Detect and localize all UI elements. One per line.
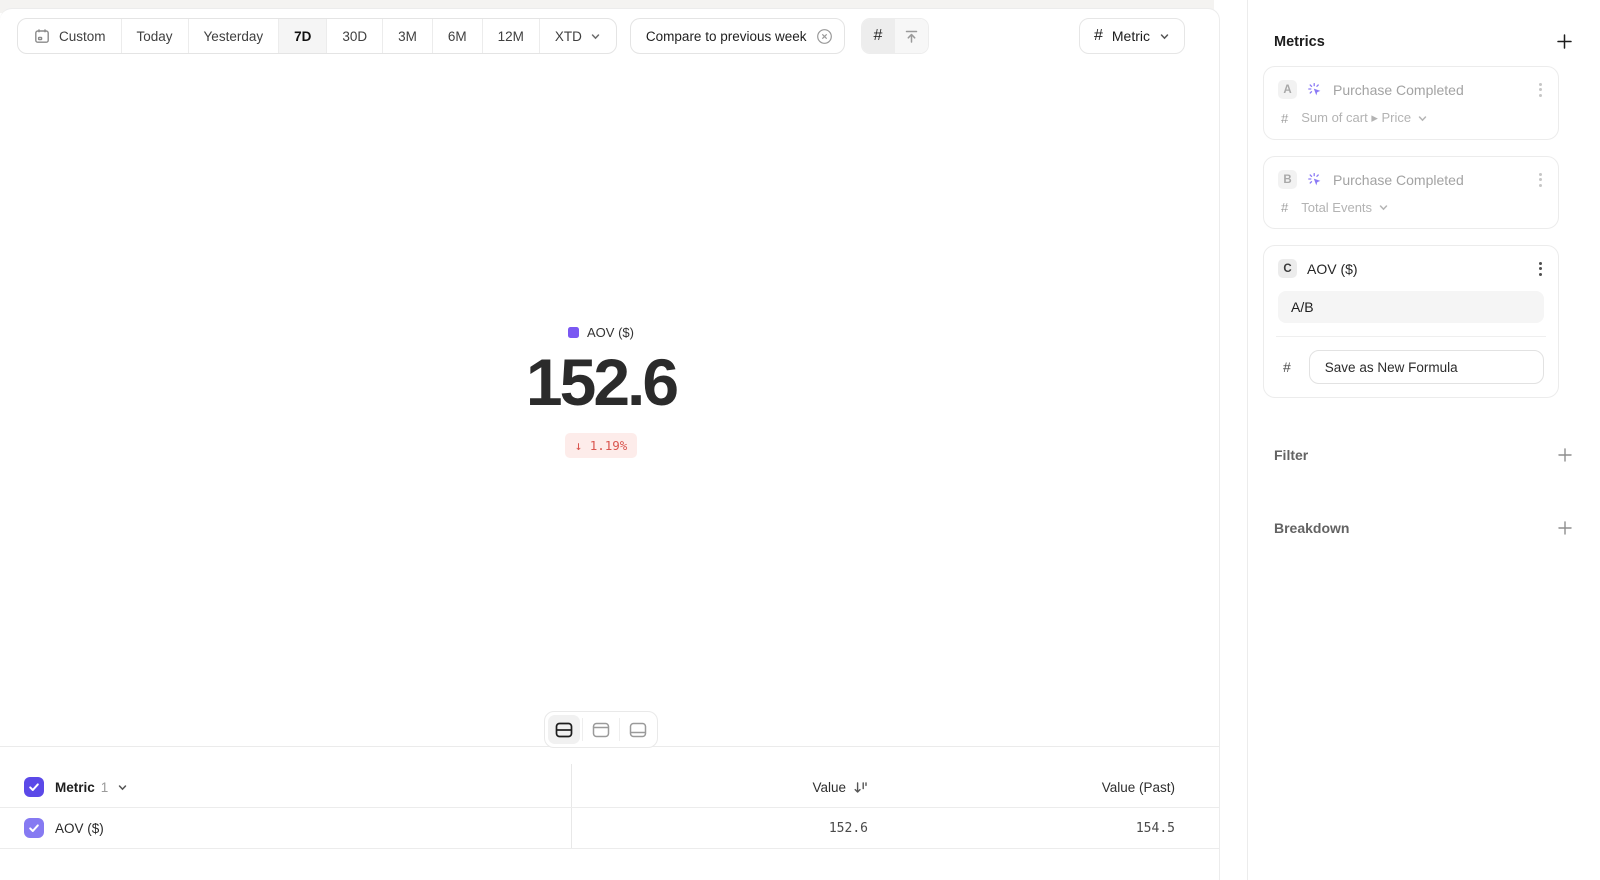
metric-card-b[interactable]: B Purchase Completed # Total Events: [1263, 156, 1559, 229]
metric-menu-icon[interactable]: [1537, 171, 1544, 189]
metric-count: 1: [101, 780, 109, 795]
add-filter-button[interactable]: [1557, 447, 1573, 463]
metric-dropdown-button[interactable]: # Metric: [1079, 18, 1185, 54]
metrics-section-header: Metrics: [1263, 0, 1573, 66]
table-row: AOV ($) 152.6 154.5: [0, 808, 1219, 849]
metric-card-a[interactable]: A Purchase Completed # Sum of cart ▸ Pri…: [1263, 66, 1559, 140]
date-range-yesterday[interactable]: Yesterday: [189, 19, 280, 53]
legend-color-swatch: [568, 327, 579, 338]
date-range-xtd[interactable]: XTD: [540, 19, 616, 53]
view-mode-toggle: #: [861, 18, 929, 54]
layout-switcher-separator: [619, 718, 620, 741]
sort-descending-icon[interactable]: [853, 780, 868, 795]
hash-icon: #: [1281, 111, 1288, 126]
arrow-up-to-line-icon: [903, 28, 920, 45]
date-range-30d[interactable]: 30D: [327, 19, 383, 53]
chevron-down-icon: [1378, 202, 1389, 213]
legend-label: AOV ($): [587, 325, 634, 340]
table-header-row: Metric 1 Value Value (Past): [0, 767, 1219, 808]
date-range-6m[interactable]: 6M: [433, 19, 483, 53]
chevron-down-icon[interactable]: [117, 782, 128, 793]
report-canvas: Custom Today Yesterday 7D 30D 3M 6M 12M …: [0, 8, 1220, 880]
layout-switcher-separator: [582, 718, 583, 741]
date-range-3m[interactable]: 3M: [383, 19, 433, 53]
date-range-12m[interactable]: 12M: [483, 19, 540, 53]
date-range-today[interactable]: Today: [122, 19, 189, 53]
row-value: 152.6: [829, 821, 868, 836]
formula-input[interactable]: A/B: [1278, 291, 1544, 323]
hash-icon: #: [874, 27, 883, 45]
metric-menu-icon[interactable]: [1537, 81, 1544, 99]
metric-badge: B: [1278, 170, 1297, 189]
aggregation-selector[interactable]: Sum of cart ▸ Price: [1301, 110, 1428, 126]
row-checkbox[interactable]: [24, 818, 44, 838]
metric-title: Purchase Completed: [1333, 82, 1464, 98]
metric-title: AOV ($): [1307, 261, 1358, 277]
main-area: Custom Today Yesterday 7D 30D 3M 6M 12M …: [0, 0, 1220, 880]
filter-section-header: Filter: [1263, 447, 1573, 463]
metric-dropdown-label: Metric: [1112, 28, 1150, 44]
date-range-custom-label: Custom: [59, 29, 106, 44]
hash-icon: #: [1094, 27, 1103, 45]
date-range-segmented-control: Custom Today Yesterday 7D 30D 3M 6M 12M …: [17, 18, 617, 54]
add-breakdown-button[interactable]: [1557, 520, 1573, 536]
hash-icon: #: [1283, 359, 1291, 375]
remove-compare-icon[interactable]: [816, 28, 833, 45]
card-divider: [1276, 336, 1546, 337]
save-as-new-formula-button[interactable]: Save as New Formula: [1309, 350, 1544, 384]
formula-value: A/B: [1291, 299, 1314, 315]
breakdown-section-title: Breakdown: [1274, 520, 1349, 536]
date-range-custom[interactable]: Custom: [18, 19, 122, 53]
layout-panel-bottom-button[interactable]: [622, 715, 654, 744]
value-past-column-header[interactable]: Value (Past): [1102, 780, 1175, 795]
event-spark-icon: [1307, 82, 1323, 98]
aggregation-selector[interactable]: Total Events: [1301, 200, 1389, 215]
chevron-down-icon: [1417, 113, 1428, 124]
metric-title: Purchase Completed: [1333, 172, 1464, 188]
filter-section-title: Filter: [1274, 447, 1308, 463]
metrics-section-title: Metrics: [1274, 34, 1325, 50]
row-value-past: 154.5: [1136, 821, 1175, 836]
layout-panel-top-button[interactable]: [585, 715, 617, 744]
hash-icon: #: [1281, 200, 1288, 215]
calendar-icon: [33, 27, 51, 45]
metric-menu-icon[interactable]: [1537, 260, 1544, 278]
compare-chip-label: Compare to previous week: [646, 29, 807, 44]
view-mode-number[interactable]: #: [862, 19, 895, 53]
kpi-legend: AOV ($): [0, 325, 1202, 340]
chevron-down-icon: [1159, 31, 1170, 42]
metric-badge: A: [1278, 80, 1297, 99]
layout-switcher: [544, 711, 658, 748]
metric-badge: C: [1278, 259, 1297, 278]
select-all-checkbox[interactable]: [24, 777, 44, 797]
toolbar: Custom Today Yesterday 7D 30D 3M 6M 12M …: [17, 18, 1202, 54]
metric-card-c[interactable]: C AOV ($) A/B # Save as New Formula: [1263, 245, 1559, 398]
value-column-header[interactable]: Value: [812, 780, 846, 795]
chevron-down-icon: [590, 31, 601, 42]
row-metric-label: AOV ($): [55, 821, 104, 836]
kpi-value: 152.6: [0, 347, 1202, 417]
metric-column-header: Metric: [55, 780, 95, 795]
date-range-7d[interactable]: 7D: [279, 19, 327, 53]
event-spark-icon: [1307, 172, 1323, 188]
config-sidebar: Metrics A Purchase Completed # Sum of ca…: [1247, 0, 1600, 880]
add-metric-button[interactable]: [1556, 33, 1573, 50]
kpi-change-badge: ↓ 1.19%: [565, 433, 638, 458]
layout-split-horizontal-button[interactable]: [548, 715, 580, 744]
breakdown-section-header: Breakdown: [1263, 520, 1573, 536]
view-mode-trend[interactable]: [895, 19, 928, 53]
compare-chip[interactable]: Compare to previous week: [630, 18, 845, 54]
